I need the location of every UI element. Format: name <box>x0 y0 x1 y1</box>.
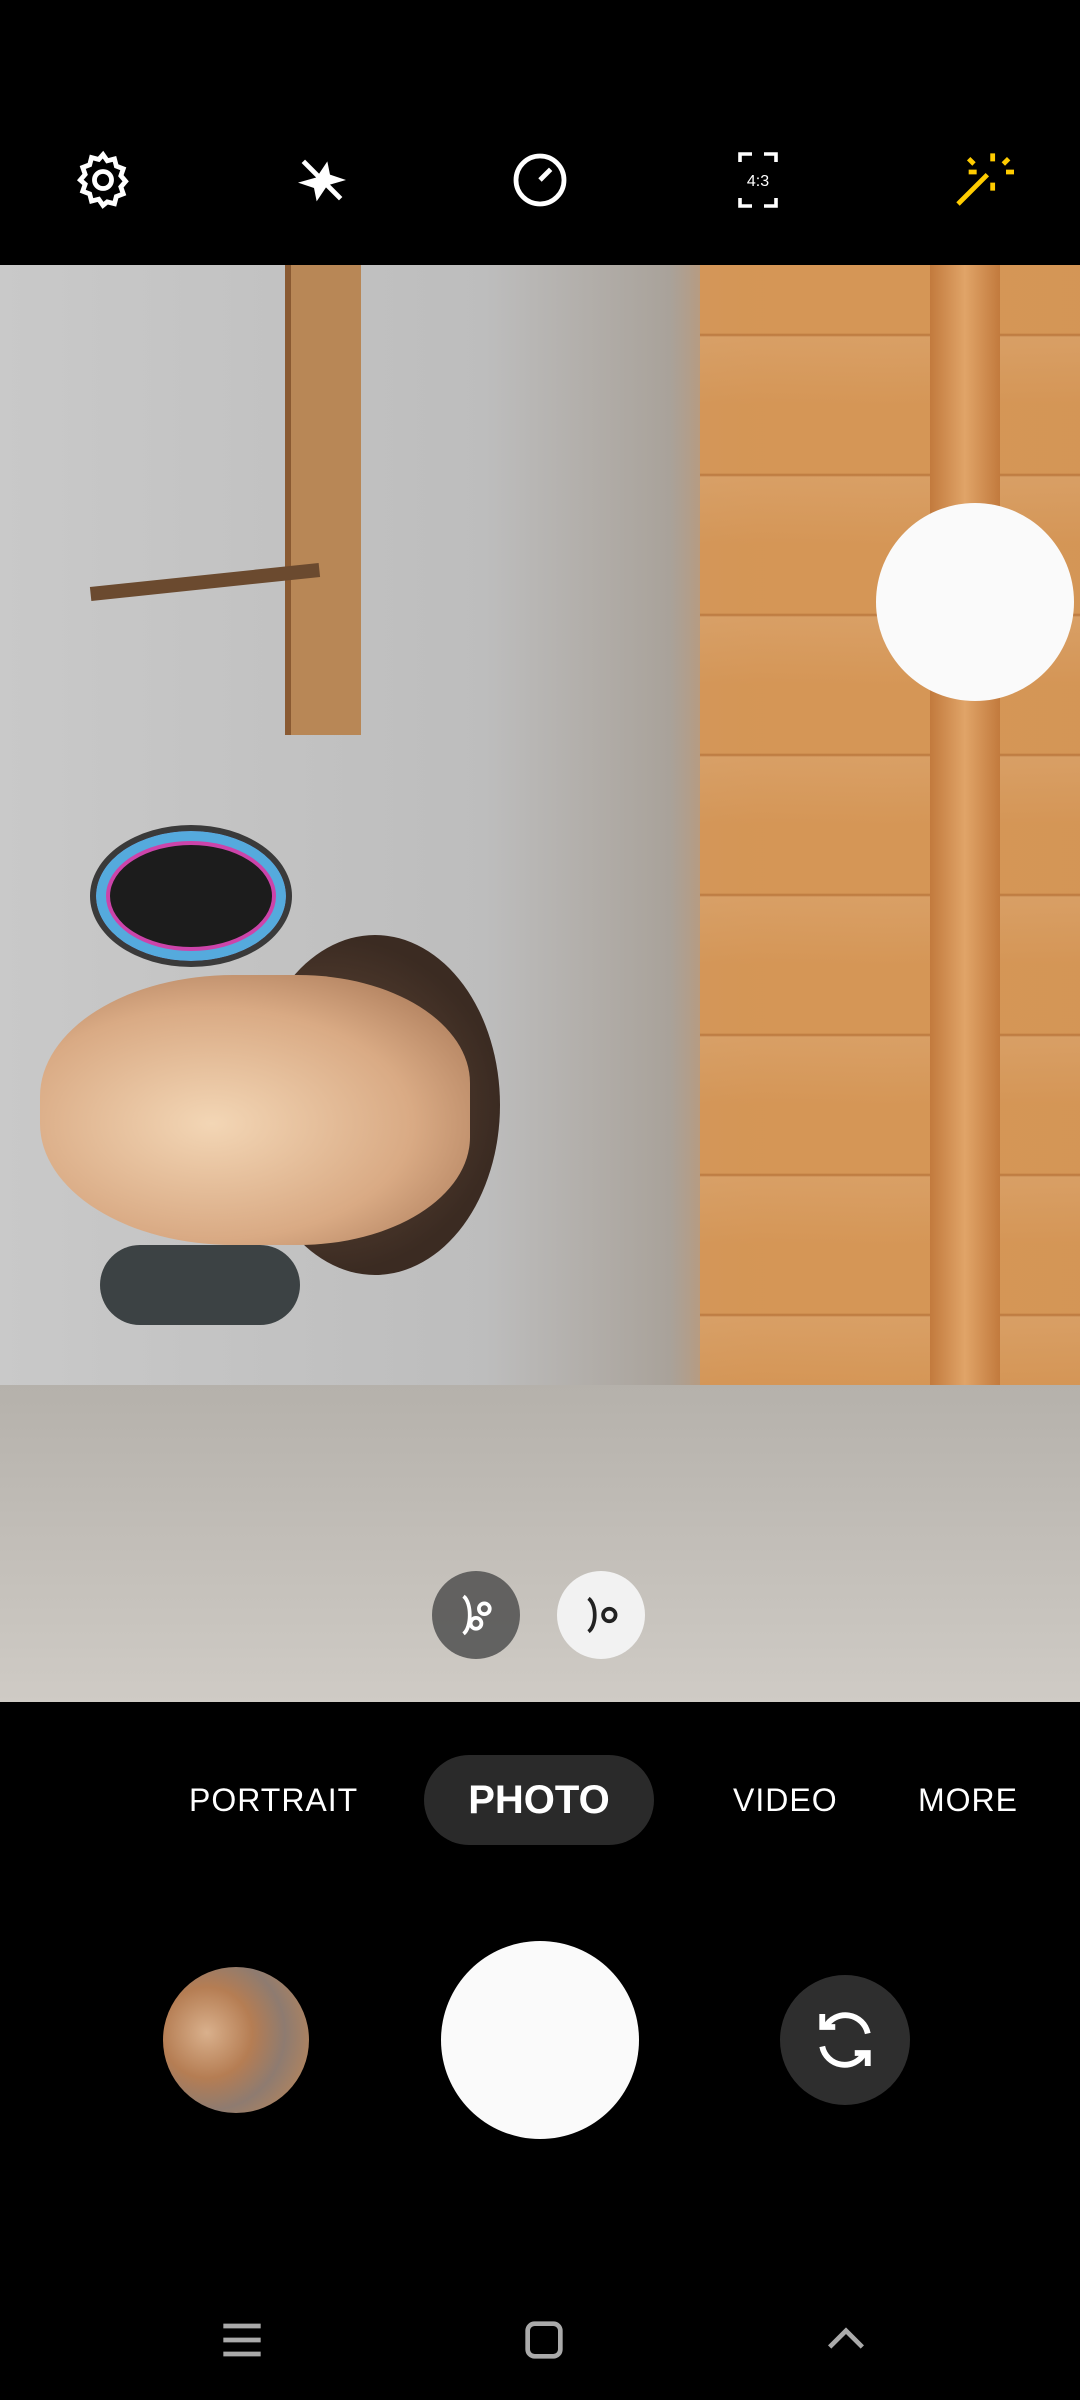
flash-off-icon[interactable] <box>282 140 362 220</box>
filter-effects-icon[interactable] <box>942 140 1022 220</box>
wooden-shelf <box>285 265 361 735</box>
switch-camera-button[interactable] <box>780 1975 910 2105</box>
headphone-ear-cup <box>90 825 292 967</box>
aspect-ratio-label: 4:3 <box>747 173 769 190</box>
top-toolbar: 4:3 <box>0 0 1080 265</box>
system-navigation-bar <box>0 2280 1080 2400</box>
mode-more[interactable]: MORE <box>918 1782 1018 1819</box>
selfie-subject <box>0 825 520 1325</box>
back-icon <box>828 2327 864 2349</box>
camera-mode-selector: PORTRAIT PHOTO VIDEO MORE <box>0 1702 1080 1902</box>
recents-button[interactable] <box>202 2300 282 2380</box>
headphone-ear-cup <box>100 1245 300 1325</box>
gallery-thumbnail[interactable] <box>163 1967 309 2113</box>
home-button[interactable] <box>504 2300 584 2380</box>
face <box>40 975 470 1245</box>
single-lens-toggle[interactable] <box>557 1571 645 1659</box>
back-button[interactable] <box>806 2300 886 2380</box>
single-lens-icon <box>587 1596 618 1634</box>
multi-lens-icon <box>462 1594 492 1636</box>
camera-viewfinder[interactable] <box>0 265 1080 1702</box>
settings-icon[interactable] <box>63 140 143 220</box>
timer-icon[interactable] <box>500 140 580 220</box>
floor <box>0 1385 1080 1702</box>
aspect-ratio-icon[interactable]: 4:3 <box>718 140 798 220</box>
floating-shutter-button[interactable] <box>876 503 1074 701</box>
switch-camera-icon <box>819 2012 871 2068</box>
mode-portrait[interactable]: PORTRAIT <box>189 1782 358 1819</box>
multi-lens-toggle[interactable] <box>432 1571 520 1659</box>
wood-post <box>930 265 1000 1505</box>
shutter-button[interactable] <box>441 1941 639 2139</box>
recents-icon <box>223 2323 261 2357</box>
home-icon <box>525 2321 563 2359</box>
mode-video[interactable]: VIDEO <box>733 1782 838 1819</box>
mode-photo[interactable]: PHOTO <box>424 1755 654 1845</box>
